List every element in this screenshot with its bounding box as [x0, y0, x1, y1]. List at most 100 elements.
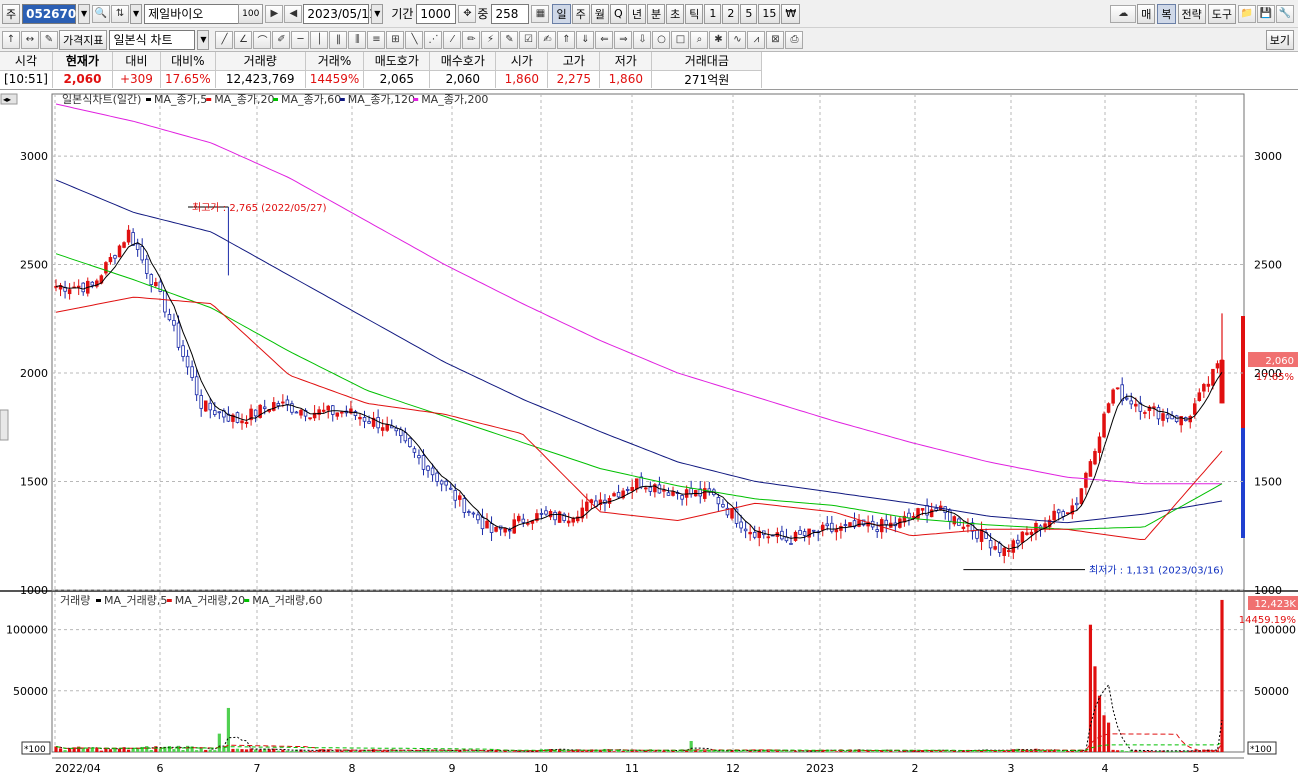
- timeframe-button[interactable]: 년: [627, 3, 646, 24]
- candle-body: [748, 531, 752, 535]
- volume-tick-label-right: 50000: [1254, 685, 1289, 698]
- low-annotation: 최저가 : 1,131 (2023/03/16): [1089, 565, 1224, 577]
- date-input[interactable]: 2023/05/11: [303, 3, 376, 24]
- timeframe-button[interactable]: 1: [704, 3, 722, 24]
- arrow-down-icon[interactable]: ⇓: [576, 30, 595, 49]
- toolbar-button[interactable]: 도구: [1207, 3, 1236, 24]
- box-grid-icon[interactable]: ⊞: [386, 30, 405, 49]
- candle-body: [1020, 531, 1025, 543]
- date-dropdown-icon[interactable]: ▼: [371, 3, 384, 24]
- candle-body: [1211, 368, 1215, 386]
- price-legend-item: MA_종가,120: [348, 93, 415, 106]
- diag-icon[interactable]: ╲: [405, 30, 424, 49]
- arrow-up-icon[interactable]: ⇑: [557, 30, 576, 49]
- line-icon[interactable]: ╱: [215, 30, 234, 49]
- grid-icon[interactable]: ▦: [531, 4, 550, 23]
- move-icon[interactable]: ✥: [458, 4, 477, 23]
- sort-icon[interactable]: ⇅: [111, 4, 130, 23]
- back-icon[interactable]: ◀: [284, 4, 303, 23]
- fib-icon[interactable]: ≡: [367, 30, 386, 49]
- stock-chart[interactable]: 2022/04 6 7 8 9 10 11 12 2023 2 3 4 5 1000 1000 1500 150…: [0, 90, 1298, 777]
- note-icon[interactable]: ✎: [500, 30, 519, 49]
- star-icon[interactable]: ✱: [709, 30, 728, 49]
- timeframe-button[interactable]: 월: [590, 3, 609, 24]
- trend-icon[interactable]: ⋰: [424, 30, 443, 49]
- timeframe-button[interactable]: 2: [722, 3, 740, 24]
- volume-bar: [290, 750, 294, 752]
- rectangle-icon[interactable]: □: [671, 30, 690, 49]
- delete-icon[interactable]: ⊠: [766, 30, 785, 49]
- download-icon[interactable]: ⇩: [633, 30, 652, 49]
- hline-icon[interactable]: ─: [291, 30, 310, 49]
- candle-body: [208, 402, 213, 411]
- period-input[interactable]: 1000: [416, 3, 457, 24]
- legend-swatch: [413, 98, 419, 101]
- legend-swatch: [273, 98, 278, 101]
- play-icon[interactable]: ▶: [265, 4, 284, 23]
- pencil-icon[interactable]: ✏: [462, 30, 481, 49]
- folder-icon[interactable]: 📁: [1238, 4, 1256, 23]
- chart-area[interactable]: 2022/04 6 7 8 9 10 11 12 2023 2 3 4 5 1000 1000 1500 150…: [0, 90, 1298, 777]
- volume-bar: [898, 751, 902, 752]
- candle-body: [144, 258, 149, 274]
- arc-icon[interactable]: ⌒: [253, 30, 272, 49]
- chart-type-select[interactable]: 일본식 차트: [109, 29, 196, 50]
- edit-icon[interactable]: ✎: [40, 30, 58, 49]
- timeframe-button[interactable]: 15: [758, 3, 781, 24]
- arrow-left-icon[interactable]: ⇐: [595, 30, 614, 49]
- candle-body: [163, 290, 167, 313]
- volume-bar: [893, 751, 897, 752]
- print-icon[interactable]: ⎙: [785, 30, 804, 49]
- timeframe-button[interactable]: 일: [552, 3, 571, 24]
- volume-bar: [1029, 750, 1034, 752]
- vline-icon[interactable]: │: [310, 30, 329, 49]
- save-icon[interactable]: 💾: [1257, 4, 1275, 23]
- wrench-icon[interactable]: 🔧: [1276, 4, 1294, 23]
- timeframe-button[interactable]: ₩: [781, 3, 801, 24]
- timeframe-button[interactable]: 초: [666, 3, 685, 24]
- timeframe-button[interactable]: Q: [609, 3, 627, 24]
- circle-icon[interactable]: ○: [652, 30, 671, 49]
- name-badge: 100: [238, 3, 264, 24]
- view-button[interactable]: 보기: [1265, 29, 1294, 50]
- stock-name-field[interactable]: 제일바이오: [144, 3, 241, 24]
- code-dropdown-icon[interactable]: ▼: [78, 3, 91, 24]
- arrow-up-icon[interactable]: ↑: [2, 30, 20, 49]
- quote-value: 2,275: [547, 70, 601, 88]
- horizontal-arrows-icon[interactable]: ↔: [21, 30, 39, 49]
- candle-body: [752, 531, 757, 538]
- check-icon[interactable]: ☑: [519, 30, 538, 49]
- zoom-icon[interactable]: ⌕: [690, 30, 709, 49]
- timeframe-button[interactable]: 분: [646, 3, 666, 24]
- timeframe-button[interactable]: 5: [740, 3, 758, 24]
- timeframe-button[interactable]: 주: [571, 3, 590, 24]
- zoom-input[interactable]: 258: [491, 3, 530, 24]
- stock-code-input[interactable]: 052670: [22, 3, 76, 24]
- text-icon[interactable]: ✍: [538, 30, 557, 49]
- cloud-icon[interactable]: ☁: [1110, 4, 1137, 23]
- chart-type-dropdown-icon[interactable]: ▼: [197, 29, 210, 50]
- quote-strip: 시각 현재가 대비 대비% 거래량 거래% 매도호가 매수호가 시가 고가 저가 거래대금 [10:5…: [0, 52, 1298, 90]
- volume-bar: [81, 748, 85, 752]
- candle-body: [335, 412, 340, 417]
- arrow-right-icon[interactable]: ⇒: [614, 30, 633, 49]
- volume-bar: [195, 750, 199, 752]
- ray-icon[interactable]: ⁄: [443, 30, 462, 49]
- market-selector[interactable]: 주: [2, 3, 21, 24]
- timeframe-button[interactable]: 틱: [685, 3, 704, 24]
- sort-dropdown-icon[interactable]: ▼: [130, 3, 143, 24]
- channel-icon[interactable]: ‖: [329, 30, 348, 49]
- indicator-button[interactable]: 가격지표: [59, 29, 108, 50]
- wave-icon[interactable]: ∿: [728, 30, 747, 49]
- grid-lines-icon[interactable]: ⫼: [348, 30, 367, 49]
- search-icon[interactable]: 🔍: [92, 4, 111, 23]
- toolbar-button[interactable]: 복: [1157, 3, 1176, 24]
- candle-body: [399, 429, 403, 437]
- pen-icon[interactable]: ✐: [272, 30, 291, 49]
- pattern-icon[interactable]: ⩘: [747, 30, 766, 49]
- erase-icon[interactable]: ⚡: [481, 30, 500, 49]
- toolbar-button[interactable]: 매: [1137, 3, 1156, 24]
- toolbar-button[interactable]: 전략: [1177, 3, 1206, 24]
- volume-bar: [308, 750, 312, 752]
- angle-icon[interactable]: ∠: [234, 30, 253, 49]
